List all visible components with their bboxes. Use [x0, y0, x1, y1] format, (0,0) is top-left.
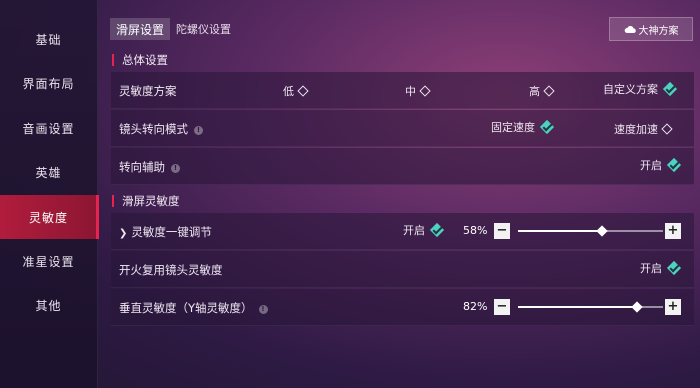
- sidebar-item-basic[interactable]: 基础: [0, 17, 97, 61]
- sensitivity-plan-label: 灵敏度方案: [119, 84, 177, 98]
- expert-plan-label: 大神方案: [638, 25, 679, 37]
- radio-diamond-icon: [543, 85, 555, 97]
- sidebar-item-label: 基础: [35, 32, 62, 47]
- percent-value: 58%: [463, 224, 488, 237]
- increase-button[interactable]: +: [665, 223, 681, 239]
- sidebar-item-other[interactable]: 其他: [0, 283, 97, 327]
- selected-check-icon: [667, 261, 681, 275]
- sidebar-item-crosshair[interactable]: 准星设置: [0, 239, 97, 283]
- selected-check-icon: [540, 120, 554, 134]
- info-icon[interactable]: !: [258, 305, 268, 314]
- option-mid-label: 中: [405, 85, 416, 98]
- expert-plan-button[interactable]: 大神方案: [609, 17, 693, 41]
- toggle-label: 开启: [640, 159, 662, 172]
- selected-check-icon: [430, 223, 444, 237]
- turn-assist-toggle[interactable]: 开启: [640, 157, 681, 173]
- fire-reuse-label: 开火复用镜头灵敏度: [119, 263, 223, 277]
- camera-mode-label: 镜头转向模式!: [119, 121, 203, 137]
- info-icon[interactable]: !: [194, 126, 203, 135]
- percent-value: 82%: [463, 300, 488, 313]
- selected-check-icon: [667, 158, 681, 172]
- sidebar: 基础 界面布局 音画设置 英雄 灵敏度 准星设置 其他: [0, 0, 99, 388]
- toggle-label: 开启: [403, 224, 425, 237]
- vertical-sensitivity-label: 垂直灵敏度（Y轴灵敏度）!: [119, 300, 268, 316]
- sidebar-item-audio-video[interactable]: 音画设置: [0, 106, 97, 150]
- sidebar-item-label: 英雄: [35, 165, 62, 180]
- one-key-adjust-label[interactable]: ❯ 灵敏度一键调节: [119, 224, 212, 240]
- sidebar-item-label: 灵敏度: [28, 210, 68, 225]
- chevron-down-icon: ❯: [119, 228, 128, 239]
- increase-button[interactable]: +: [665, 299, 681, 315]
- radio-diamond-icon: [419, 85, 431, 97]
- cloud-icon: [624, 25, 636, 33]
- sidebar-item-label: 准星设置: [22, 254, 75, 269]
- turn-assist-label: 转向辅助!: [119, 159, 180, 175]
- option-high-label: 高: [529, 85, 540, 98]
- sidebar-item-layout[interactable]: 界面布局: [0, 61, 97, 105]
- one-key-adjust-row: ❯ 灵敏度一键调节 开启 58% − +: [111, 213, 694, 250]
- vertical-sensitivity-row: 垂直灵敏度（Y轴灵敏度）! 82% − +: [111, 289, 694, 326]
- option-low[interactable]: 低: [283, 83, 309, 99]
- sidebar-item-label: 其他: [35, 298, 62, 313]
- slider-fill: [518, 306, 637, 308]
- slider-fill: [518, 230, 602, 232]
- option-accelerate-label: 速度加速: [614, 123, 658, 136]
- tab-bar: 滑屏设置 陀螺仪设置: [110, 18, 237, 40]
- option-fixed-speed-label: 固定速度: [491, 121, 535, 134]
- one-key-toggle[interactable]: 开启: [403, 222, 444, 238]
- decrease-button[interactable]: −: [494, 299, 510, 315]
- option-low-label: 低: [283, 85, 294, 98]
- section-title-slide-sensitivity: 滑屏灵敏度: [112, 195, 180, 207]
- radio-diamond-icon: [297, 85, 309, 97]
- fire-reuse-toggle[interactable]: 开启: [640, 260, 681, 276]
- slider-track[interactable]: [518, 225, 663, 237]
- option-accelerate[interactable]: 速度加速: [614, 121, 673, 137]
- tab-slide-settings[interactable]: 滑屏设置: [110, 18, 171, 40]
- sidebar-item-label: 界面布局: [22, 76, 75, 91]
- sidebar-item-label: 音画设置: [22, 121, 75, 136]
- selected-check-icon: [663, 82, 677, 96]
- tab-gyro-settings[interactable]: 陀螺仪设置: [170, 18, 237, 40]
- sensitivity-plan-row: 灵敏度方案 低 中 高 自定义方案: [111, 72, 694, 109]
- toggle-label: 开启: [640, 262, 662, 275]
- sidebar-item-sensitivity[interactable]: 灵敏度: [0, 195, 99, 239]
- radio-diamond-icon: [661, 123, 673, 135]
- slider-handle[interactable]: [631, 301, 643, 313]
- option-custom-label: 自定义方案: [603, 83, 658, 96]
- decrease-button[interactable]: −: [494, 223, 510, 239]
- info-icon[interactable]: !: [171, 164, 180, 173]
- option-high[interactable]: 高: [529, 83, 555, 99]
- option-custom[interactable]: 自定义方案: [603, 81, 677, 97]
- camera-mode-row: 镜头转向模式! 固定速度 速度加速: [111, 110, 694, 147]
- fire-reuse-row: 开火复用镜头灵敏度 开启: [111, 251, 694, 288]
- section-title-general: 总体设置: [112, 54, 168, 66]
- sidebar-item-hero[interactable]: 英雄: [0, 150, 97, 194]
- turn-assist-row: 转向辅助! 开启: [111, 148, 694, 185]
- option-fixed-speed[interactable]: 固定速度: [491, 119, 554, 135]
- slider-handle[interactable]: [596, 225, 608, 237]
- slider-track[interactable]: [518, 301, 663, 313]
- option-mid[interactable]: 中: [405, 83, 431, 99]
